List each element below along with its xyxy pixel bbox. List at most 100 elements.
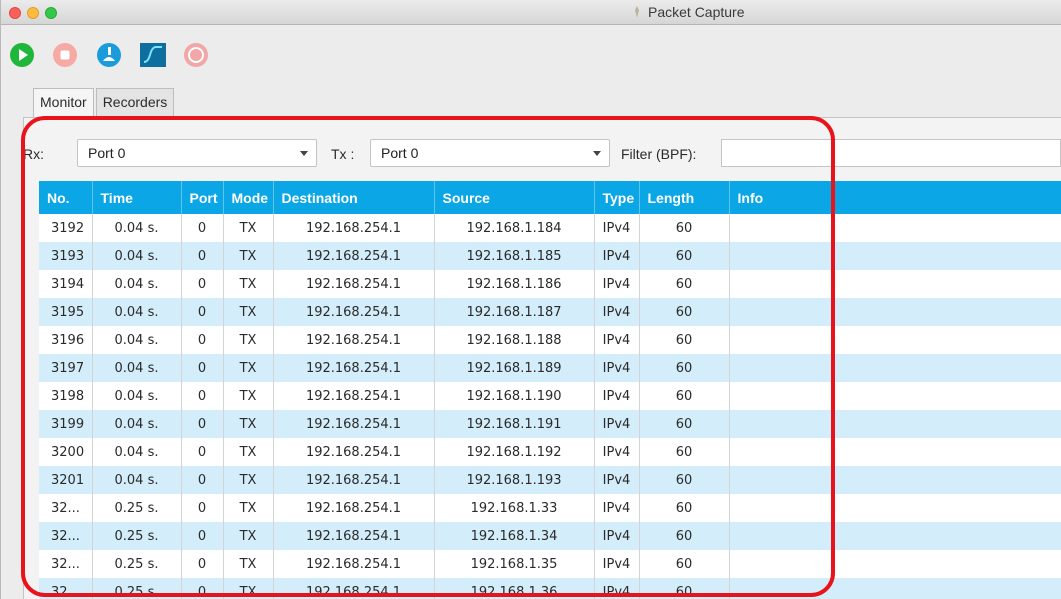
tx-port-select[interactable]: Port 0 — [370, 139, 610, 167]
table-cell: 192.168.254.1 — [273, 438, 435, 466]
table-cell: 192.168.1.190 — [434, 382, 595, 410]
table-cell: 192.168.1.193 — [434, 466, 595, 494]
table-cell: 0.04 s. — [92, 326, 182, 354]
table-cell: 60 — [639, 550, 730, 578]
column-header[interactable]: Port — [181, 181, 224, 214]
column-header[interactable]: Type — [594, 181, 640, 214]
table-cell: TX — [223, 578, 274, 599]
table-row[interactable]: 3192 0.04 s. 0 TX 192.168.254.1 192.168.1.184… — [39, 214, 1061, 242]
table-cell: 60 — [639, 466, 730, 494]
tab-monitor[interactable]: Monitor — [33, 88, 94, 117]
table-cell: IPv4 — [594, 550, 640, 578]
table-cell: IPv4 — [594, 382, 640, 410]
table-cell: 192.168.254.1 — [273, 578, 435, 599]
stop-capture-button[interactable] — [51, 41, 79, 69]
table-cell: 192.168.1.185 — [434, 242, 595, 270]
column-header[interactable]: No. — [39, 181, 93, 214]
tab-bar: Monitor Recorders — [33, 88, 175, 117]
table-row[interactable]: 3197 0.04 s. 0 TX 192.168.254.1 192.168.1.189… — [39, 354, 1061, 382]
column-header[interactable]: Source — [434, 181, 595, 214]
table-cell — [729, 382, 1061, 410]
table-cell — [729, 242, 1061, 270]
filter-label: Filter (BPF): — [621, 146, 697, 162]
table-cell: 192.168.254.1 — [273, 242, 435, 270]
table-cell: 192.168.254.1 — [273, 214, 435, 242]
table-cell: 60 — [639, 578, 730, 599]
column-header[interactable]: Mode — [223, 181, 274, 214]
chart-icon — [140, 43, 166, 67]
table-cell: 60 — [639, 382, 730, 410]
table-cell: 0.04 s. — [92, 410, 182, 438]
table-cell — [729, 578, 1061, 599]
table-row[interactable]: 3198 0.04 s. 0 TX 192.168.254.1 192.168.1.190… — [39, 382, 1061, 410]
start-capture-button[interactable] — [8, 41, 36, 69]
table-cell: 0.04 s. — [92, 438, 182, 466]
clear-button[interactable] — [95, 41, 123, 69]
table-cell: 0.25 s. — [92, 522, 182, 550]
table-row[interactable]: 3200 0.04 s. 0 TX 192.168.254.1 192.168.1.192… — [39, 438, 1061, 466]
table-cell: 3197 — [39, 354, 93, 382]
table-cell: 192.168.1.189 — [434, 354, 595, 382]
record-icon — [184, 43, 208, 67]
filter-bar: Rx: Port 0 Tx : Port 0 Filter (BPF): — [15, 139, 1061, 169]
table-cell: 0 — [181, 298, 224, 326]
table-row[interactable]: 32... 0.25 s. 0 TX 192.168.254.1 192.168.1.36… — [39, 578, 1061, 599]
bpf-filter-input[interactable] — [721, 139, 1061, 167]
table-cell: 0 — [181, 438, 224, 466]
table-cell: 0 — [181, 214, 224, 242]
table-row[interactable]: 32... 0.25 s. 0 TX 192.168.254.1 192.168.1.33… — [39, 494, 1061, 522]
table-cell: 3192 — [39, 214, 93, 242]
table-row[interactable]: 3194 0.04 s. 0 TX 192.168.254.1 192.168.1.186… — [39, 270, 1061, 298]
rx-port-select[interactable]: Port 0 — [77, 139, 317, 167]
table-cell: 192.168.1.184 — [434, 214, 595, 242]
table-cell: 0 — [181, 466, 224, 494]
table-cell: 0.04 s. — [92, 242, 182, 270]
window-title-text: Packet Capture — [648, 4, 745, 20]
table-cell: IPv4 — [594, 494, 640, 522]
packet-table: No. Time Port Mode Destination Source Type Leng… — [39, 181, 1061, 599]
table-cell: 60 — [639, 326, 730, 354]
table-cell: IPv4 — [594, 438, 640, 466]
column-header[interactable]: Length — [639, 181, 730, 214]
table-cell: 192.168.254.1 — [273, 354, 435, 382]
table-row[interactable]: 3199 0.04 s. 0 TX 192.168.254.1 192.168.1.191… — [39, 410, 1061, 438]
column-header[interactable]: Destination — [273, 181, 435, 214]
table-row[interactable]: 32... 0.25 s. 0 TX 192.168.254.1 192.168.1.34… — [39, 522, 1061, 550]
rx-label: Rx: — [23, 146, 44, 162]
table-row[interactable]: 3201 0.04 s. 0 TX 192.168.254.1 192.168.1.193… — [39, 466, 1061, 494]
table-row[interactable]: 3193 0.04 s. 0 TX 192.168.254.1 192.168.1.185… — [39, 242, 1061, 270]
table-cell: TX — [223, 382, 274, 410]
table-cell: 0 — [181, 242, 224, 270]
table-cell: 0.04 s. — [92, 214, 182, 242]
maximize-window-button[interactable] — [45, 7, 57, 19]
minimize-window-button[interactable] — [27, 7, 39, 19]
rx-port-value: Port 0 — [88, 145, 126, 161]
table-cell: 3201 — [39, 466, 93, 494]
table-cell: 0 — [181, 494, 224, 522]
record-button[interactable] — [182, 41, 210, 69]
table-cell: 0.04 s. — [92, 354, 182, 382]
chart-button[interactable] — [139, 41, 167, 69]
table-row[interactable]: 3196 0.04 s. 0 TX 192.168.254.1 192.168.1.188… — [39, 326, 1061, 354]
table-cell — [729, 466, 1061, 494]
table-cell: TX — [223, 270, 274, 298]
table-cell: TX — [223, 214, 274, 242]
column-header[interactable]: Time — [92, 181, 182, 214]
column-header[interactable]: Info — [729, 181, 1061, 214]
table-header: No. Time Port Mode Destination Source Type Leng… — [39, 181, 1061, 214]
table-cell: 60 — [639, 354, 730, 382]
table-cell: IPv4 — [594, 354, 640, 382]
table-row[interactable]: 32... 0.25 s. 0 TX 192.168.254.1 192.168.1.35… — [39, 550, 1061, 578]
table-cell: IPv4 — [594, 326, 640, 354]
table-cell: IPv4 — [594, 466, 640, 494]
table-cell: 192.168.1.191 — [434, 410, 595, 438]
table-cell: 0.04 s. — [92, 298, 182, 326]
table-cell: 60 — [639, 522, 730, 550]
play-icon — [10, 43, 34, 67]
table-cell: 0 — [181, 382, 224, 410]
table-cell: 192.168.1.192 — [434, 438, 595, 466]
table-row[interactable]: 3195 0.04 s. 0 TX 192.168.254.1 192.168.1.187… — [39, 298, 1061, 326]
tab-recorders[interactable]: Recorders — [95, 88, 175, 116]
table-cell: 192.168.1.186 — [434, 270, 595, 298]
close-window-button[interactable] — [9, 7, 21, 19]
